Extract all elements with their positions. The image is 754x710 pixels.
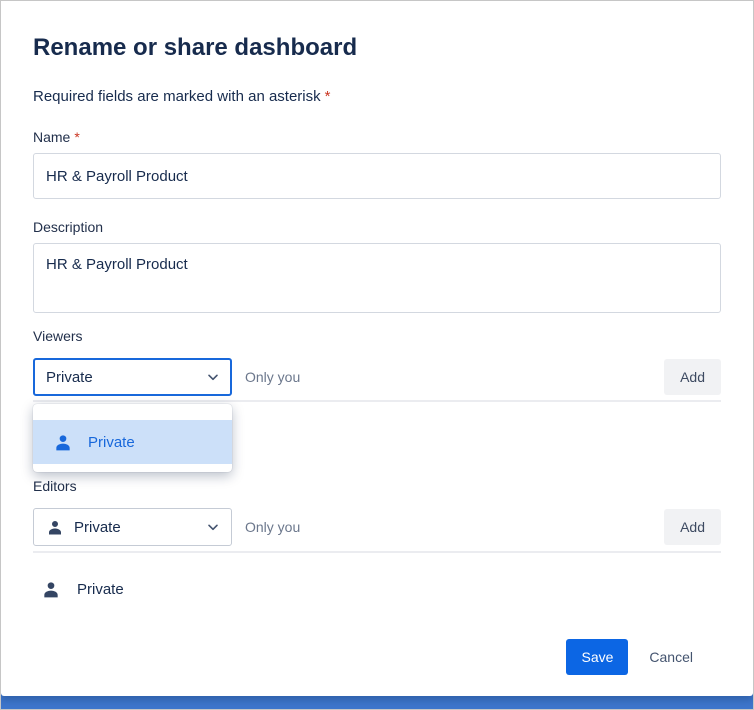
- editors-list-item-label: Private: [77, 580, 124, 598]
- editors-select-value: Private: [74, 518, 121, 536]
- viewers-row: Private Only you Add Private: [33, 358, 721, 472]
- dropdown-option-private[interactable]: Private: [33, 420, 232, 464]
- editors-list-item: Private: [33, 579, 721, 599]
- required-fields-text: Required fields are marked with an aster…: [33, 88, 321, 105]
- divider: [33, 551, 721, 553]
- description-input[interactable]: HR & Payroll Product: [33, 243, 721, 313]
- person-icon: [41, 579, 61, 599]
- chevron-down-icon: [205, 369, 221, 385]
- required-asterisk: *: [324, 88, 331, 105]
- viewers-label: Viewers: [33, 328, 83, 344]
- editors-field: Editors Private Only you Add Private: [33, 478, 721, 599]
- dialog-footer: Save Cancel: [33, 639, 721, 675]
- chevron-down-icon: [205, 519, 221, 535]
- person-icon: [53, 432, 73, 452]
- editors-row: Private Only you Add: [33, 508, 721, 546]
- viewers-dropdown-menu: Private: [33, 404, 232, 472]
- editors-hint: Only you: [245, 519, 301, 535]
- page-backdrop: Rename or share dashboard Required field…: [0, 0, 754, 710]
- editors-select[interactable]: Private: [33, 508, 232, 546]
- required-fields-note: Required fields are marked with an aster…: [33, 88, 721, 105]
- viewers-field: Viewers Private Only you Add Private: [33, 328, 721, 472]
- divider: [33, 400, 721, 402]
- viewers-hint: Only you: [245, 369, 301, 385]
- save-button[interactable]: Save: [566, 639, 629, 675]
- viewers-select[interactable]: Private: [33, 358, 232, 396]
- editors-label: Editors: [33, 478, 77, 494]
- viewers-select-value: Private: [46, 368, 93, 386]
- name-input[interactable]: [33, 153, 721, 199]
- editors-add-button[interactable]: Add: [664, 509, 721, 545]
- dialog-title: Rename or share dashboard: [33, 34, 358, 61]
- name-field: Name *: [33, 129, 721, 199]
- rename-share-dashboard-dialog: Rename or share dashboard Required field…: [1, 1, 753, 696]
- dropdown-option-label: Private: [88, 433, 135, 451]
- required-asterisk: *: [74, 129, 80, 145]
- description-label: Description: [33, 219, 104, 235]
- person-icon: [46, 518, 64, 536]
- viewers-add-button[interactable]: Add: [664, 359, 721, 395]
- cancel-button[interactable]: Cancel: [637, 639, 705, 675]
- description-field: Description HR & Payroll Product: [33, 219, 721, 313]
- name-label: Name *: [33, 129, 80, 145]
